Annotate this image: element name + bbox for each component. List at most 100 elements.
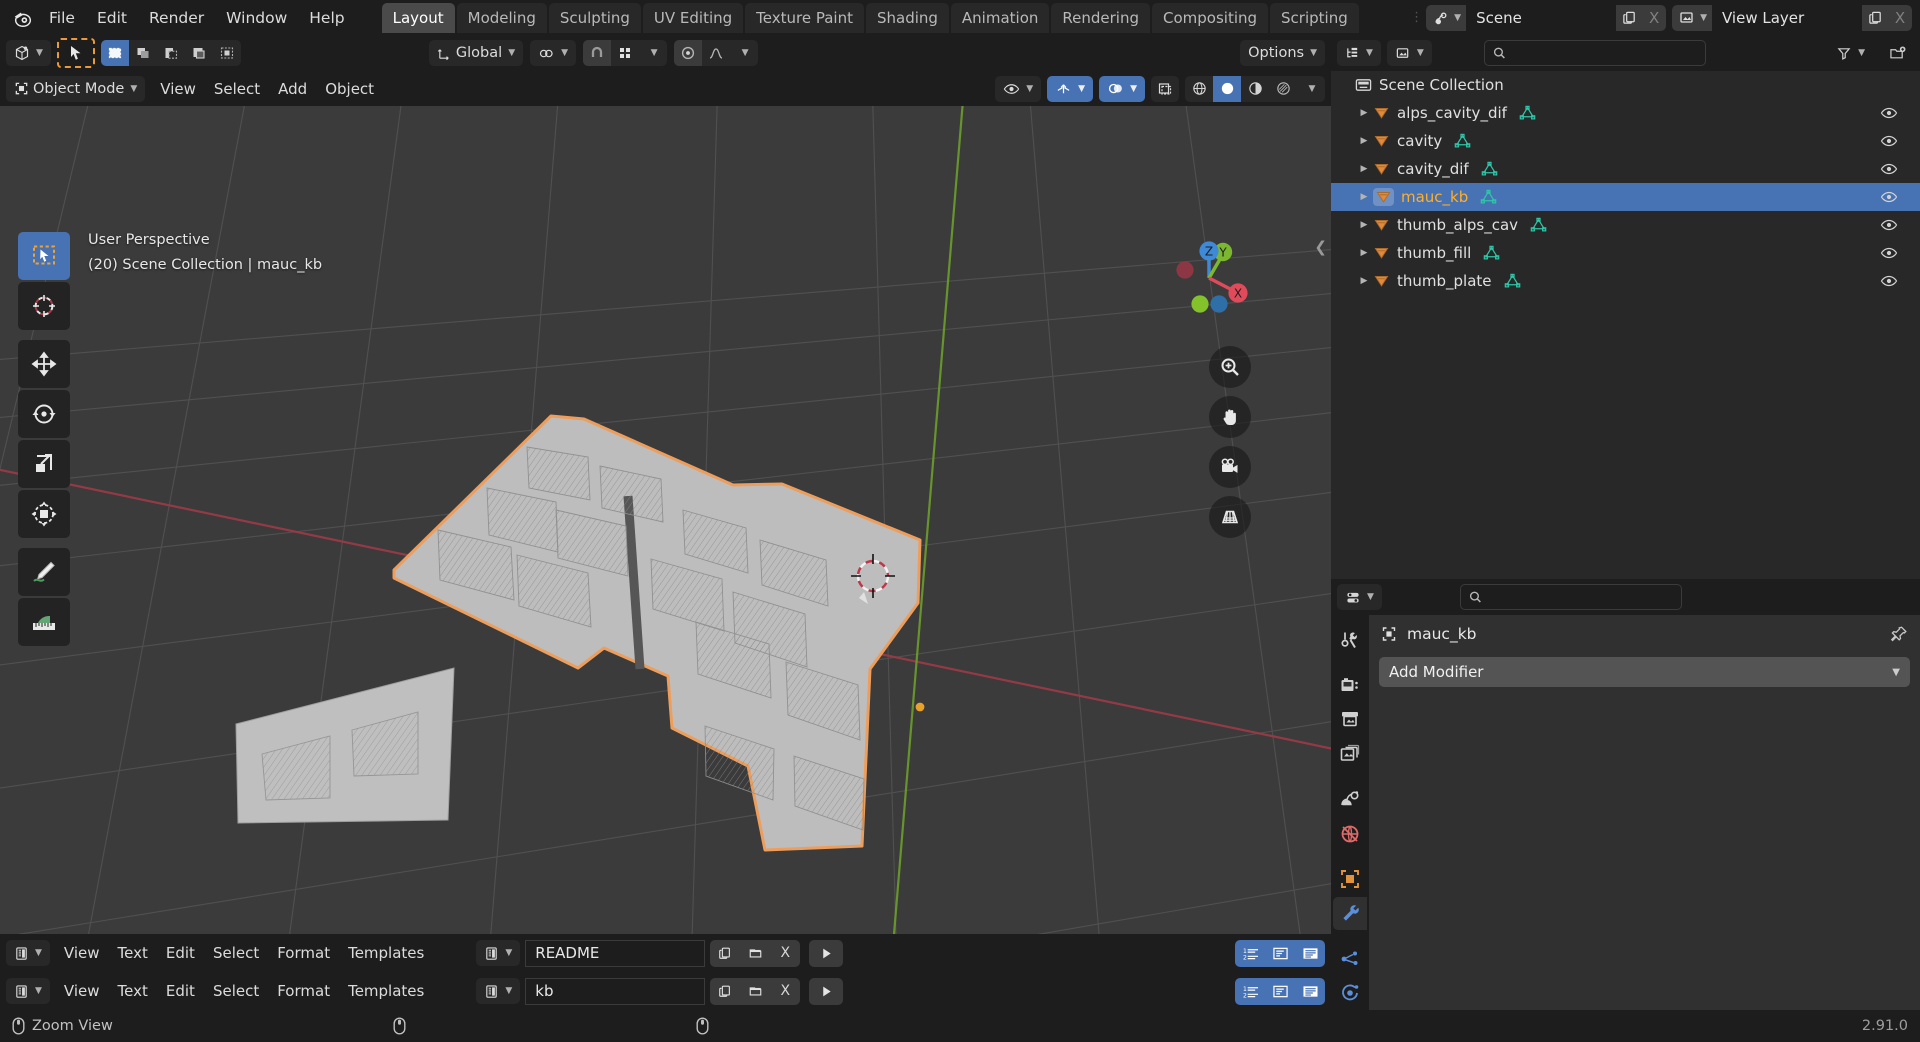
disclosure-triangle-icon[interactable]: ▶ xyxy=(1355,136,1373,146)
properties-tab-physics[interactable] xyxy=(1333,977,1367,1010)
workspace-tab-shading[interactable]: Shading xyxy=(865,2,949,33)
viewport-menu-object[interactable]: Object xyxy=(316,77,383,101)
text-datablock-icon-1[interactable]: ▼ xyxy=(476,978,521,1004)
text-menu-1-format[interactable]: Format xyxy=(268,979,339,1003)
snap-magnet-icon[interactable] xyxy=(583,40,612,66)
scene-icon[interactable]: ▼ xyxy=(1426,4,1467,31)
outliner-row-cavity_dif[interactable]: ▶ cavity_dif xyxy=(1331,155,1920,183)
text-filename-0[interactable]: README xyxy=(525,939,706,967)
properties-tab-particles[interactable] xyxy=(1333,942,1367,975)
mesh-data-icon[interactable] xyxy=(1483,245,1500,261)
outliner-row-thumb_plate[interactable]: ▶ thumb_plate xyxy=(1331,267,1920,295)
visibility-eye-icon[interactable] xyxy=(1880,99,1898,127)
view-layer-icon[interactable]: ▼ xyxy=(1672,4,1712,31)
properties-tab-strip[interactable] xyxy=(1331,615,1369,1010)
properties-tab-modifier[interactable] xyxy=(1333,896,1367,931)
falloff-curve-icon[interactable] xyxy=(702,40,730,66)
text-menu-0-text[interactable]: Text xyxy=(109,941,157,965)
add-modifier-button[interactable]: Add Modifier ▼ xyxy=(1379,657,1910,687)
outliner-row-alps_cavity_dif[interactable]: ▶ alps_cavity_dif xyxy=(1331,99,1920,127)
outliner-search-input[interactable] xyxy=(1483,40,1706,66)
workspace-tabs[interactable]: Layout Modeling Sculpting UV Editing Texture… xyxy=(381,2,1359,33)
text-menu-1-edit[interactable]: Edit xyxy=(157,979,204,1003)
visibility-eye-icon[interactable] xyxy=(1880,155,1898,183)
properties-search-input[interactable] xyxy=(1459,584,1682,610)
disclosure-triangle-icon[interactable]: ▶ xyxy=(1355,220,1373,230)
overlays-toggle[interactable]: ▼ xyxy=(1099,75,1145,102)
ortho-persp-toggle-icon[interactable] xyxy=(1209,496,1251,538)
outliner-search-field[interactable] xyxy=(1511,45,1697,61)
active-tool-indicator[interactable] xyxy=(56,38,95,68)
pivot-point-dropdown[interactable]: ▼ xyxy=(530,40,577,66)
select-subtract-icon[interactable] xyxy=(157,40,185,66)
open-text-icon-1[interactable] xyxy=(740,977,771,1005)
pan-hand-icon[interactable] xyxy=(1209,396,1251,438)
disclosure-triangle-icon[interactable]: ▶ xyxy=(1355,108,1373,118)
falloff-dropdown-chevron-icon[interactable]: ▼ xyxy=(730,40,758,66)
mesh-data-icon[interactable] xyxy=(1454,133,1471,149)
proportional-edit-icon[interactable] xyxy=(674,40,703,66)
outliner-row-cavity[interactable]: ▶ cavity xyxy=(1331,127,1920,155)
editor-type-text-icon-1[interactable]: ▼ xyxy=(6,978,50,1004)
text-editor-menus-1[interactable]: View Text Edit Select Format Templates xyxy=(55,979,433,1003)
new-collection-icon[interactable] xyxy=(1881,40,1914,66)
new-text-icon-1[interactable] xyxy=(710,977,741,1005)
display-mode-view-layer-icon[interactable]: ▼ xyxy=(1386,40,1432,66)
close-view-layer-button[interactable]: X xyxy=(1888,4,1912,31)
mesh-data-icon[interactable] xyxy=(1480,189,1497,205)
line-numbers-icon-1[interactable]: 12 xyxy=(1235,977,1265,1005)
visibility-eye-icon[interactable] xyxy=(1880,183,1898,211)
run-script-icon-0[interactable] xyxy=(809,939,844,967)
gizmo-toggle[interactable]: ▼ xyxy=(1047,75,1094,102)
xray-toggle[interactable] xyxy=(1151,75,1179,102)
material-shading-icon[interactable] xyxy=(1241,76,1269,102)
workspace-tab-scripting[interactable]: Scripting xyxy=(1270,2,1359,33)
properties-tab-output[interactable] xyxy=(1333,703,1367,736)
properties-tab-view-layer[interactable] xyxy=(1333,737,1367,770)
viewport-menu-select[interactable]: Select xyxy=(205,77,269,101)
text-menu-1-view[interactable]: View xyxy=(55,979,109,1003)
unlink-text-button-1[interactable]: X xyxy=(770,977,801,1005)
editor-type-3dview-icon[interactable]: ▼ xyxy=(6,40,51,66)
run-script-icon-1[interactable] xyxy=(809,977,844,1005)
select-new-icon[interactable] xyxy=(100,40,129,66)
properties-tab-scene[interactable] xyxy=(1333,783,1367,816)
shading-mode-group[interactable]: ▼ xyxy=(1185,75,1325,102)
filter-funnel-icon[interactable]: ▼ xyxy=(1828,40,1873,66)
editor-type-properties-icon[interactable]: ▼ xyxy=(1337,584,1382,610)
outliner-row-thumb_alps_cav[interactable]: ▶ thumb_alps_cav xyxy=(1331,211,1920,239)
syntax-highlight-icon-1[interactable] xyxy=(1295,977,1325,1005)
move-tool[interactable] xyxy=(18,340,70,388)
text-menu-0-templates[interactable]: Templates xyxy=(339,941,433,965)
wireframe-shading-icon[interactable] xyxy=(1185,76,1213,102)
menu-help[interactable]: Help xyxy=(298,5,355,31)
annotate-tool[interactable] xyxy=(18,548,70,596)
zoom-icon[interactable] xyxy=(1209,346,1251,388)
workspace-tab-uv-editing[interactable]: UV Editing xyxy=(642,2,744,33)
visibility-eye-icon[interactable] xyxy=(1880,127,1898,155)
rendered-shading-icon[interactable] xyxy=(1269,76,1297,102)
text-datablock-actions-1[interactable]: X xyxy=(710,977,801,1005)
unlink-text-button-0[interactable]: X xyxy=(770,939,801,967)
properties-tab-object[interactable] xyxy=(1333,862,1367,895)
mesh-data-icon[interactable] xyxy=(1504,273,1521,289)
scale-tool[interactable] xyxy=(18,440,70,488)
outliner-root-row[interactable]: Scene Collection xyxy=(1331,71,1920,99)
text-menu-0-select[interactable]: Select xyxy=(204,941,268,965)
menu-render[interactable]: Render xyxy=(138,5,215,31)
select-invert-icon[interactable] xyxy=(185,40,213,66)
text-view-toggles-1[interactable]: 12 xyxy=(1235,977,1325,1005)
workspace-tab-animation[interactable]: Animation xyxy=(950,2,1050,33)
line-numbers-icon-0[interactable]: 12 xyxy=(1235,939,1265,967)
tweak-select-box-tool[interactable] xyxy=(18,232,70,280)
open-text-icon-0[interactable] xyxy=(740,939,771,967)
select-extend-icon[interactable] xyxy=(129,40,157,66)
viewport-menu-add[interactable]: Add xyxy=(269,77,316,101)
navigation-gizmo[interactable]: Y Z X xyxy=(1161,230,1257,326)
word-wrap-icon-1[interactable] xyxy=(1265,977,1295,1005)
text-menu-0-edit[interactable]: Edit xyxy=(157,941,204,965)
workspace-tab-sculpting[interactable]: Sculpting xyxy=(548,2,641,33)
cursor-tool[interactable] xyxy=(18,282,70,330)
camera-view-icon[interactable] xyxy=(1209,446,1251,488)
scene-selector[interactable]: ▼ Scene X xyxy=(1426,4,1667,31)
